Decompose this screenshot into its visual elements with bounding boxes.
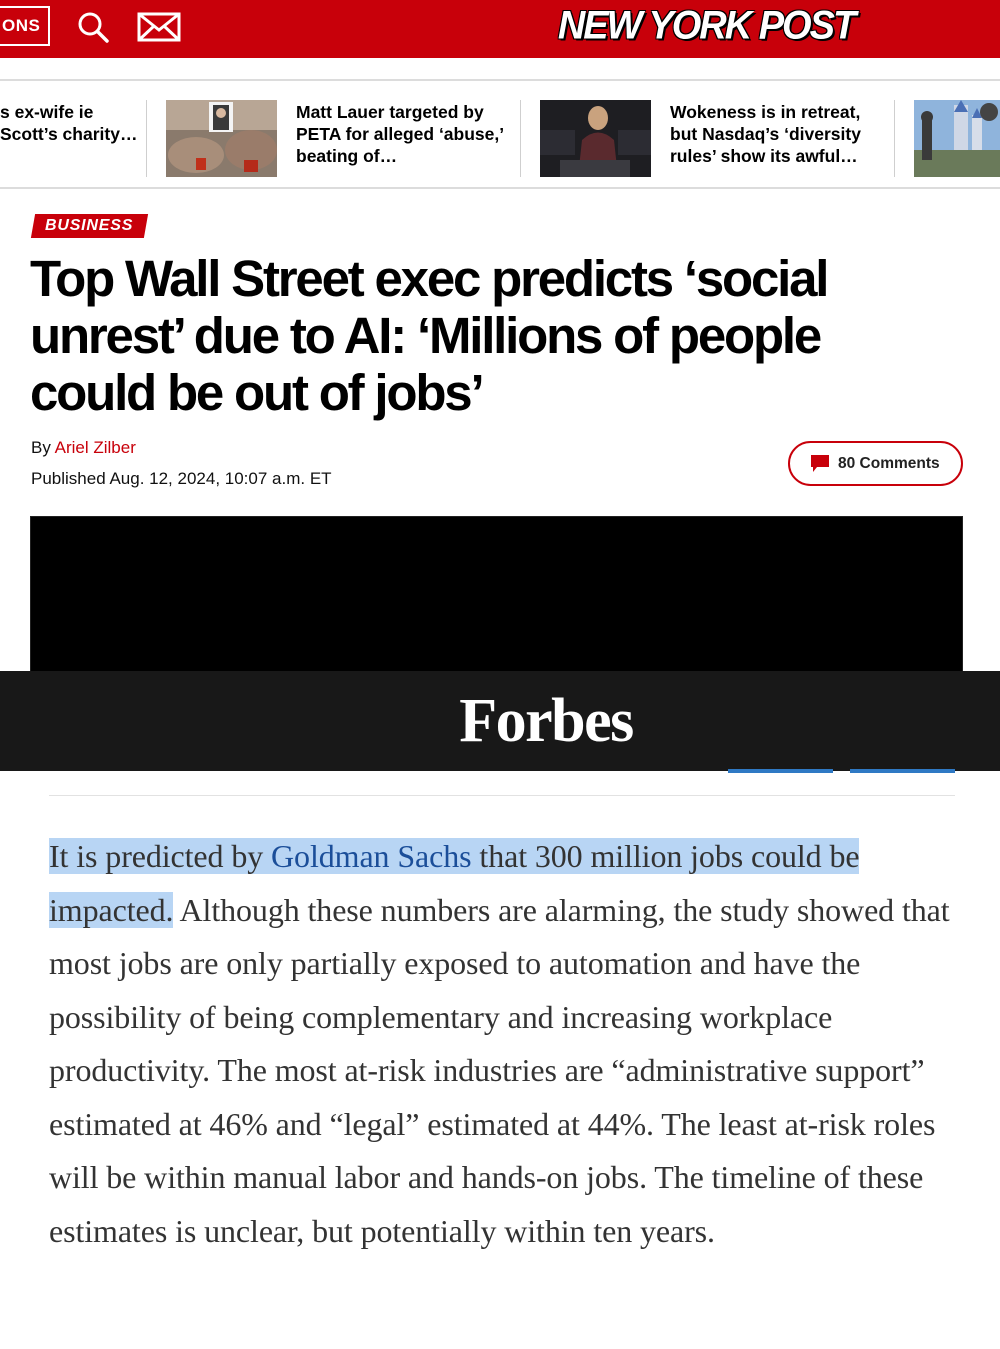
divider xyxy=(0,79,1000,81)
logo-text: NEW YORK POST xyxy=(557,3,856,48)
published-date: Published Aug. 12, 2024, 10:07 a.m. ET xyxy=(31,469,332,488)
comments-label: 80 Comments xyxy=(838,454,940,472)
article-headline: Top Wall Street exec predicts ‘social un… xyxy=(30,250,829,421)
paragraph-text: It is predicted by xyxy=(49,838,272,874)
accent-bar xyxy=(728,769,833,773)
strip-story-1[interactable]: s ex-wife ie Scott’s charity… xyxy=(0,101,140,145)
comments-button[interactable]: 80 Comments xyxy=(788,441,963,486)
byline: By Ariel Zilber xyxy=(31,438,136,458)
story-thumbnail[interactable] xyxy=(540,100,651,177)
divider xyxy=(146,100,147,177)
video-player[interactable] xyxy=(30,516,963,676)
story-thumbnail[interactable] xyxy=(166,100,277,177)
divider xyxy=(49,795,955,796)
mail-icon[interactable] xyxy=(136,10,182,44)
story-thumbnail[interactable] xyxy=(914,100,1000,177)
paragraph-text: Although these numbers are alarming, the… xyxy=(49,891,950,1249)
divider xyxy=(894,100,895,177)
sections-button[interactable]: ONS xyxy=(0,6,50,46)
divider xyxy=(520,100,521,177)
strip-story-2[interactable]: Matt Lauer targeted by PETA for alleged … xyxy=(296,101,506,167)
author-link[interactable]: Ariel Zilber xyxy=(55,438,136,457)
goldman-sachs-link[interactable]: Goldman Sachs xyxy=(271,838,472,874)
strip-story-3[interactable]: Wokeness is in retreat, but Nasdaq’s ‘di… xyxy=(670,101,880,167)
site-header: ONS NEW YORK POST xyxy=(0,0,1000,58)
category-label: BUSINESS xyxy=(45,217,134,234)
comment-icon xyxy=(811,455,829,472)
byline-prefix: By xyxy=(31,438,51,457)
forbes-header: Forbes xyxy=(0,671,1000,771)
forbes-paragraph: It is predicted by Goldman Sachs that 30… xyxy=(49,830,959,1258)
forbes-logo[interactable]: Forbes xyxy=(459,686,634,757)
nypost-logo[interactable]: NEW YORK POST xyxy=(558,2,856,50)
category-badge[interactable]: BUSINESS xyxy=(30,214,149,238)
accent-bar xyxy=(850,769,955,773)
divider xyxy=(0,187,1000,189)
search-icon[interactable] xyxy=(76,10,110,44)
